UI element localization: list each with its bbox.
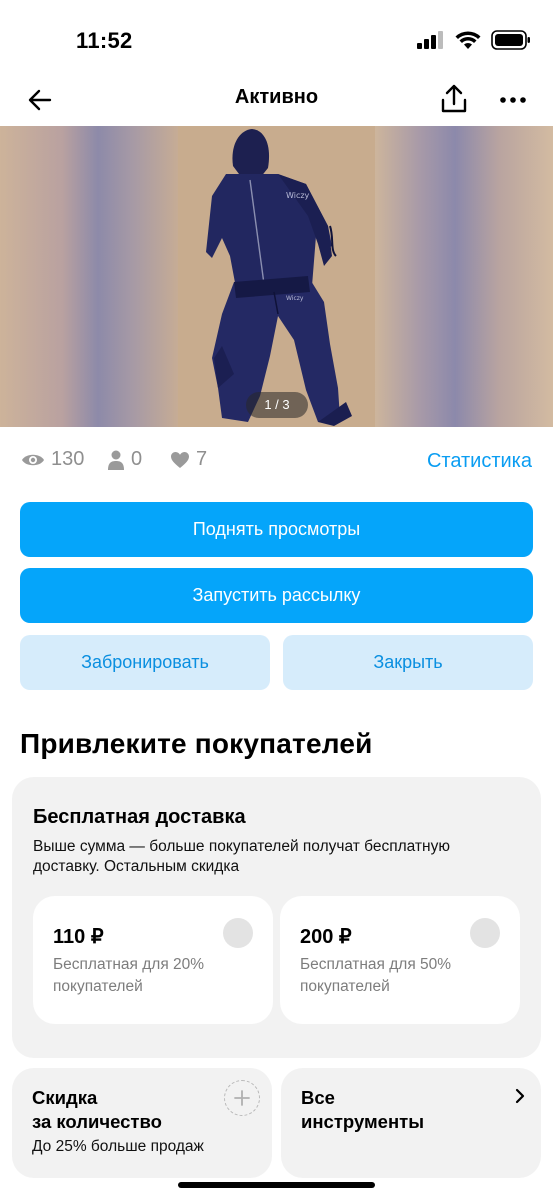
favorites-stat: 7 xyxy=(170,448,207,471)
stats-row: 130 0 7 Статистика xyxy=(0,444,553,480)
share-icon xyxy=(441,84,467,113)
cellular-icon xyxy=(417,31,443,49)
attract-section-title: Привлеките покупателей xyxy=(20,728,373,759)
all-tools-title: Все инструменты xyxy=(301,1086,424,1134)
top-nav: Активно xyxy=(0,76,553,124)
eye-icon xyxy=(22,454,44,465)
free-delivery-description: Выше сумма — больше покупателей получат … xyxy=(33,838,450,875)
contacts-count: 0 xyxy=(131,448,143,470)
all-tools-card[interactable]: Все инструменты xyxy=(281,1068,541,1178)
boost-views-button[interactable]: Поднять просмотры xyxy=(20,502,533,557)
status-bar: 11:52 xyxy=(0,0,553,80)
status-icons xyxy=(417,30,531,50)
status-time: 11:52 xyxy=(76,28,133,53)
share-button[interactable] xyxy=(438,82,470,116)
pants-logo: Wiczy xyxy=(286,295,304,302)
more-button[interactable] xyxy=(496,84,530,116)
gallery-counter: 1 / 3 xyxy=(246,392,308,418)
quantity-discount-title-line2: за количество xyxy=(32,1111,162,1132)
all-tools-title-line1: Все xyxy=(301,1087,335,1108)
reserve-button[interactable]: Забронировать xyxy=(20,635,270,690)
option-price: 110 ₽ xyxy=(53,926,104,948)
add-quantity-discount-button[interactable] xyxy=(224,1080,260,1116)
views-count: 130 xyxy=(51,448,85,470)
close-listing-button[interactable]: Закрыть xyxy=(283,635,533,690)
person-icon xyxy=(108,450,124,470)
option-note: Бесплатная для 20% покупателей xyxy=(53,956,205,995)
option-radio[interactable] xyxy=(223,918,253,948)
quantity-discount-title: Скидка за количество xyxy=(32,1086,162,1134)
plus-icon xyxy=(234,1090,250,1106)
contacts-stat: 0 xyxy=(107,448,142,471)
delivery-option-200[interactable]: 200 ₽ Бесплатная для 50% покупателей xyxy=(280,896,520,1024)
battery-icon xyxy=(491,30,530,50)
free-delivery-title: Бесплатная доставка xyxy=(33,806,246,828)
free-delivery-card: Бесплатная доставка Выше сумма — больше … xyxy=(12,777,541,1058)
start-mailing-button[interactable]: Запустить рассылку xyxy=(20,568,533,623)
gallery-blur-left xyxy=(0,126,178,427)
option-price: 200 ₽ xyxy=(300,926,352,948)
views-stat: 130 xyxy=(21,448,84,471)
option-radio[interactable] xyxy=(470,918,500,948)
quantity-discount-title-line1: Скидка xyxy=(32,1087,98,1108)
more-icon xyxy=(500,97,526,103)
quantity-discount-subtitle: До 25% больше продаж xyxy=(32,1138,204,1155)
option-note: Бесплатная для 50% покупателей xyxy=(300,956,452,995)
quantity-discount-card[interactable]: Скидка за количество До 25% больше прода… xyxy=(12,1068,272,1178)
gallery-blur-right xyxy=(375,126,553,427)
tracksuit-image: Wiczy Wiczy xyxy=(178,126,375,427)
statistics-link[interactable]: Статистика xyxy=(427,450,532,473)
all-tools-title-line2: инструменты xyxy=(301,1111,425,1132)
jacket-logo: Wiczy xyxy=(286,191,310,200)
chevron-right-icon xyxy=(515,1088,525,1109)
product-photo[interactable]: Wiczy Wiczy xyxy=(178,126,375,427)
heart-icon xyxy=(171,451,189,468)
favorites-count: 7 xyxy=(196,448,208,470)
home-indicator xyxy=(178,1182,375,1188)
photo-gallery[interactable]: Wiczy Wiczy xyxy=(0,126,553,427)
delivery-option-110[interactable]: 110 ₽ Бесплатная для 20% покупателей xyxy=(33,896,273,1024)
page-title: Активно xyxy=(234,86,319,108)
wifi-icon xyxy=(455,30,481,49)
